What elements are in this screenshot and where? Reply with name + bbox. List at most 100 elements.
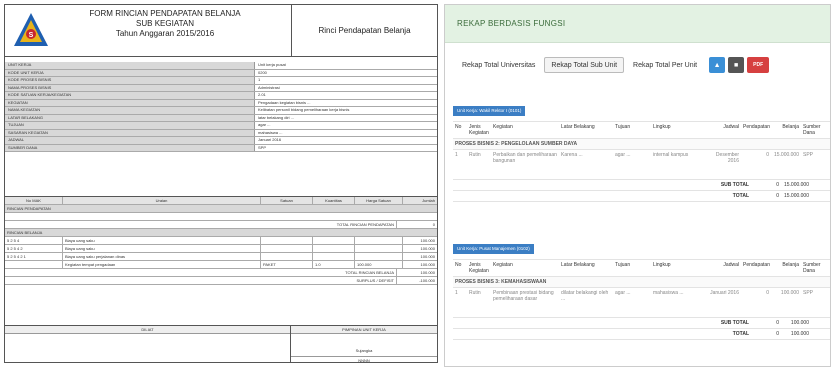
unit-section-1: Unit Kerja: Wakil Rektor I (0101) No Jenis… bbox=[453, 99, 830, 202]
col-header: No MAK bbox=[5, 197, 63, 204]
info-label: UNIT KERJA bbox=[5, 62, 255, 69]
info-value: mahasiswa ... bbox=[258, 129, 283, 135]
info-row: UNIT KERJA Unit kerja pusat bbox=[5, 62, 437, 70]
tab-rekap-per-unit[interactable]: Rekap Total Per Unit bbox=[626, 57, 704, 73]
mak-cell: 5 2 5 4 bbox=[5, 237, 63, 244]
tab-rekap-sub-unit[interactable]: Rekap Total Sub Unit bbox=[544, 57, 625, 73]
rincian-table: No MAK Uraian Satuan Kuantitas Harga Sat… bbox=[5, 196, 437, 285]
info-label: SASARAN KEGIATAN bbox=[5, 129, 255, 136]
no-cell: 1 bbox=[455, 290, 458, 296]
subtotal-belanja: 100.000 bbox=[790, 320, 809, 326]
blank-cell bbox=[5, 213, 437, 220]
col-header: Satuan bbox=[261, 197, 313, 204]
uraian-cell: Kegiatan tempat pengadaan bbox=[63, 261, 261, 268]
total-pendapatan: 0 bbox=[776, 331, 779, 337]
signature-block: DILIAT PIMPINAN UNIT KERJA Sujangka NNNN bbox=[5, 325, 437, 362]
tab-rekap-universitas[interactable]: Rekap Total Universitas bbox=[455, 57, 542, 73]
jumlah-cell: 100.000 bbox=[420, 254, 435, 259]
info-value: Pengadaan kegiatan bisnis ... bbox=[258, 99, 311, 105]
col-header: Jadwal bbox=[723, 262, 739, 268]
jenis-cell: Rutin bbox=[469, 290, 481, 296]
form-info-table: UNIT KERJA Unit kerja pusat KODE UNIT KERJ… bbox=[5, 62, 437, 152]
university-logo-icon: S bbox=[14, 13, 48, 46]
latar-cell: dilatar belakangi oleh ... bbox=[561, 290, 609, 302]
belanja-row: 5 2 5 4 2 1 Biaya uang saku perjalanan di… bbox=[5, 253, 437, 261]
info-value: 1 bbox=[258, 77, 261, 82]
form-title: FORM RINCIAN PENDAPATAN BELANJA SUB KEGI… bbox=[65, 9, 265, 39]
pdf-button[interactable]: PDF bbox=[747, 57, 770, 73]
total-value: 100.000 bbox=[420, 270, 435, 275]
signature-caption: DILIAT bbox=[5, 326, 290, 334]
info-label: KODE SATUAN KERJA/KEGIATAN bbox=[5, 92, 255, 99]
belanja-row: 5 2 5 4 Biaya uang saku 100.000 bbox=[5, 237, 437, 245]
subtotal-row: SUB TOTAL 0 15.000.000 bbox=[453, 180, 830, 191]
col-header: Lingkup bbox=[653, 262, 671, 268]
col-header: Sumber Dana bbox=[803, 262, 821, 274]
program-row: PROSES BISNIS 3: KEMAHASISWAAN bbox=[453, 277, 830, 288]
qty-cell bbox=[313, 245, 355, 252]
export-buttons: ▲ ■ PDF bbox=[706, 57, 770, 73]
jadwal-cell: Januari 2016 bbox=[710, 290, 739, 296]
col-header: Jadwal bbox=[723, 124, 739, 130]
qty-cell bbox=[313, 253, 355, 260]
jadwal-cell: Desember 2016 bbox=[715, 152, 739, 164]
rekap-tabs: Rekap Total Universitas Rekap Total Sub … bbox=[455, 57, 770, 73]
rincian-pendapatan-label: RINCIAN PENDAPATAN bbox=[5, 205, 437, 213]
no-cell: 1 bbox=[455, 152, 458, 158]
col-header: Sumber Dana bbox=[803, 124, 821, 136]
surplus-row: SURPLUS / DEFISIT -100.000 bbox=[5, 277, 437, 285]
col-header: Jenis Kegiatan bbox=[469, 124, 489, 136]
info-row: TUJUAN agar ... bbox=[5, 122, 437, 130]
total-row: TOTAL 0 15.000.000 bbox=[453, 191, 830, 202]
col-header: Uraian bbox=[63, 197, 261, 204]
col-header: Kegiatan bbox=[493, 124, 513, 130]
program-label: PROSES BISNIS 2: PENGELOLAAN SUMBER DAYA bbox=[455, 141, 578, 147]
info-label: SUMBER DANA bbox=[5, 144, 255, 151]
jumlah-cell: 100.000 bbox=[420, 238, 435, 243]
jumlah-cell: 100.000 bbox=[420, 246, 435, 251]
info-label: KODE UNIT KERJA bbox=[5, 69, 255, 76]
belanja-rows: 5 2 5 4 Biaya uang saku 100.000 5 2 5 4 2 Bi… bbox=[5, 237, 437, 269]
print-button[interactable]: ■ bbox=[728, 57, 745, 73]
col-header: Pendapatan bbox=[743, 262, 770, 268]
signature-left: DILIAT bbox=[5, 326, 291, 362]
info-value: Unit kerja pusat bbox=[258, 62, 286, 67]
form-header: S FORM RINCIAN PENDAPATAN BELANJA SUB KE… bbox=[5, 5, 437, 57]
total-belanja-row: TOTAL RINCIAN BELANJA 100.000 bbox=[5, 269, 437, 277]
unit-badge: Unit Kerja: Pusat Manajemen (0102) bbox=[453, 244, 534, 254]
info-label: JADWAL bbox=[5, 137, 255, 144]
kegiatan-cell: Perbaikan dan pemeliharaan bangunan bbox=[493, 152, 557, 164]
unit-badge: Unit Kerja: Wakil Rektor I (0101) bbox=[453, 106, 526, 116]
total-label: TOTAL RINCIAN BELANJA bbox=[5, 269, 397, 276]
subtotal-pendapatan: 0 bbox=[776, 182, 779, 188]
satuan-cell bbox=[261, 237, 313, 244]
qty-cell: 1.0 bbox=[313, 261, 355, 268]
col-header: Latar Belakang bbox=[561, 262, 595, 268]
col-header: Lingkup bbox=[653, 124, 671, 130]
svg-text:S: S bbox=[29, 32, 34, 39]
harga-cell bbox=[355, 253, 403, 260]
col-header: Belanja bbox=[782, 262, 799, 268]
col-header: Kuantitas bbox=[313, 197, 355, 204]
subtotal-row: SUB TOTAL 0 100.000 bbox=[453, 318, 830, 329]
kegiatan-cell: Pembinaan prestasi bidang pemeliharaan d… bbox=[493, 290, 554, 302]
uraian-cell: Biaya uang saku bbox=[63, 245, 261, 252]
unit-section-2: Unit Kerja: Pusat Manajemen (0102) No Jeni… bbox=[453, 237, 830, 340]
rincian-belanja-label: RINCIAN BELANJA bbox=[5, 229, 437, 237]
satuan-cell: PAKET bbox=[261, 261, 313, 268]
col-header: Jenis Kegiatan bbox=[469, 262, 489, 274]
form-title-line: FORM RINCIAN PENDAPATAN BELANJA bbox=[89, 9, 241, 18]
latar-cell: Karena ... bbox=[561, 152, 583, 158]
sumber-cell: SPP bbox=[803, 290, 814, 296]
upload-button[interactable]: ▲ bbox=[709, 57, 726, 73]
info-label: KEGIATAN bbox=[5, 99, 255, 106]
total-label: TOTAL bbox=[732, 331, 749, 337]
total-value: 0 bbox=[432, 222, 435, 227]
table-row: 1 Rutin Pembinaan prestasi bidang pemeliha… bbox=[453, 288, 830, 318]
pendapatan-cell: 0 bbox=[766, 290, 769, 296]
harga-cell: 100.000 bbox=[355, 261, 403, 268]
info-value: SPP bbox=[258, 144, 267, 150]
harga-cell bbox=[355, 237, 403, 244]
satuan-cell bbox=[261, 245, 313, 252]
col-header: Harga Satuan bbox=[355, 197, 403, 204]
